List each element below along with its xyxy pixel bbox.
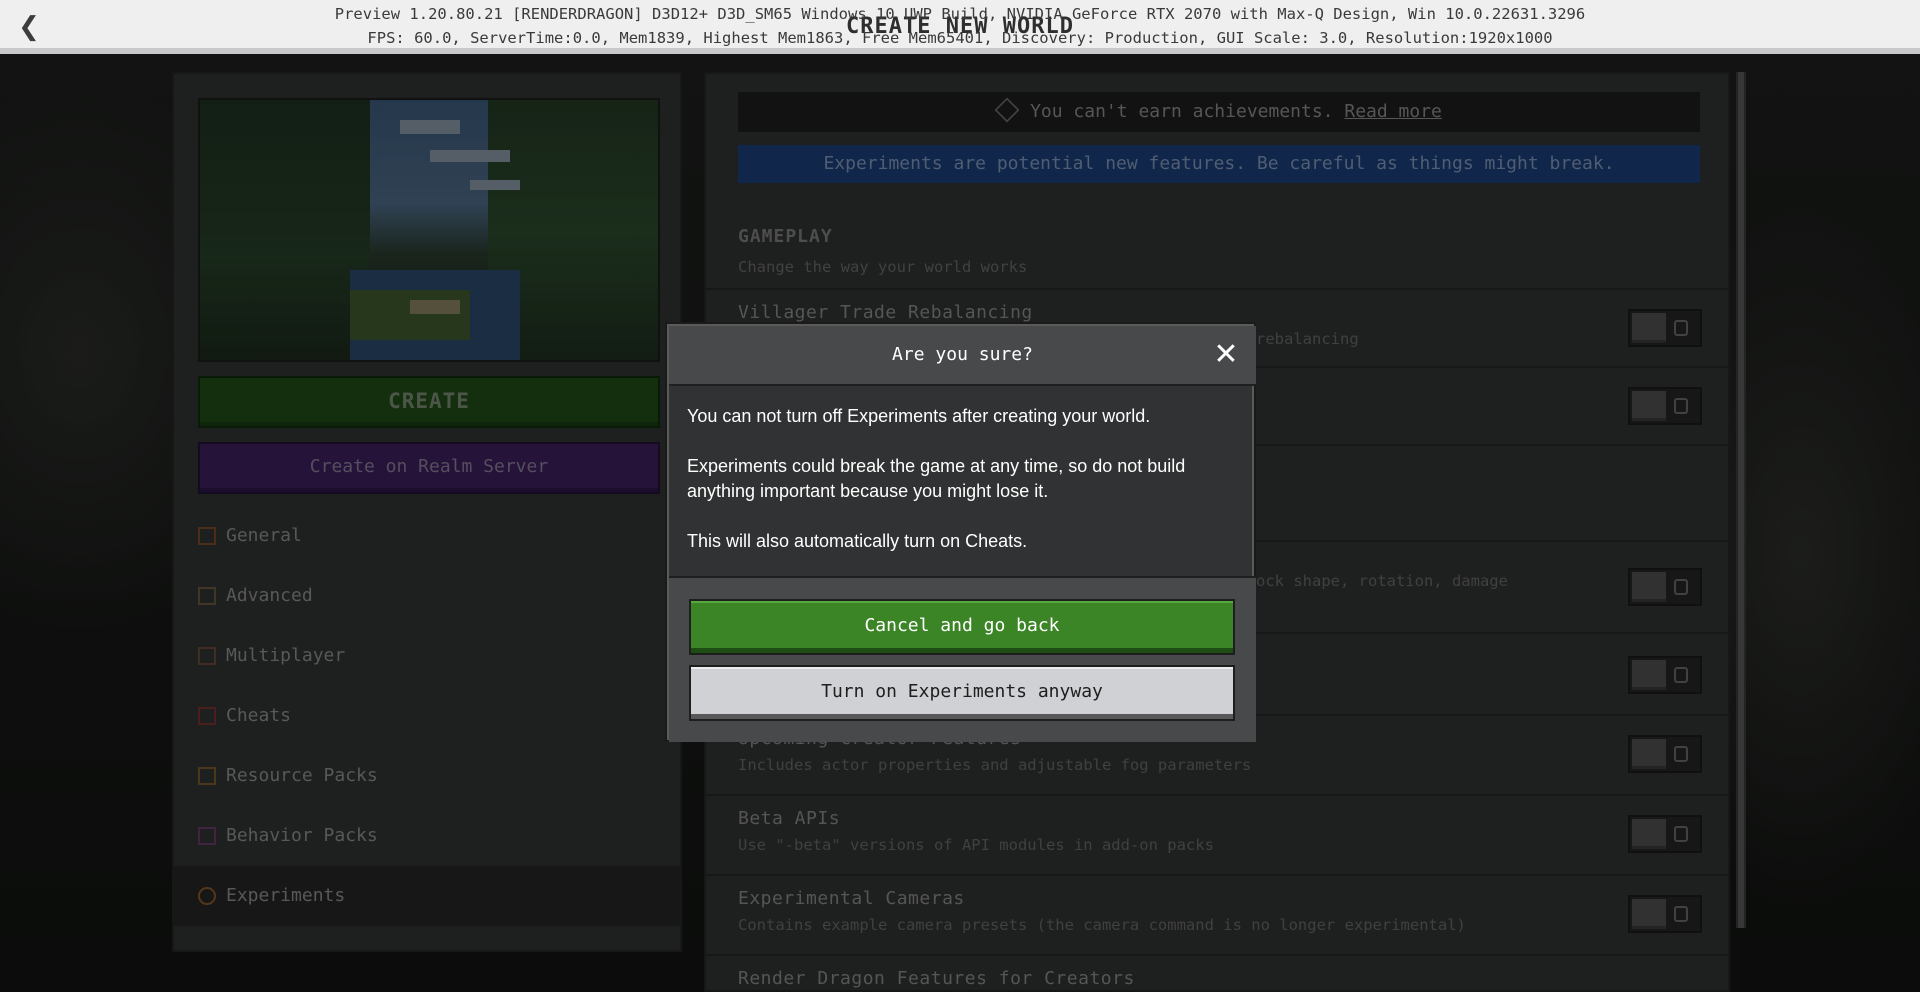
close-icon[interactable]: ✕ xyxy=(1211,340,1241,370)
dialog-footer: Cancel and go back Turn on Experiments a… xyxy=(669,576,1256,742)
debug-overlay: Preview 1.20.80.21 [RENDERDRAGON] D3D12+… xyxy=(0,2,1920,50)
debug-line-2: FPS: 60.0, ServerTime:0.0, Mem1839, High… xyxy=(367,29,1553,47)
dialog-body: You can not turn off Experiments after c… xyxy=(687,404,1239,579)
dialog-title: Are you sure? xyxy=(892,344,1033,365)
confirm-dialog: Are you sure? ✕ You can not turn off Exp… xyxy=(665,322,1256,742)
turn-on-experiments-button[interactable]: Turn on Experiments anyway xyxy=(689,665,1235,721)
cancel-button[interactable]: Cancel and go back xyxy=(689,599,1235,655)
dialog-message: You can not turn off Experiments after c… xyxy=(687,406,1151,426)
debug-line-1: Preview 1.20.80.21 [RENDERDRAGON] D3D12+… xyxy=(334,5,1586,23)
dialog-header: Are you sure? ✕ xyxy=(669,326,1256,386)
dialog-message: Experiments could break the game at any … xyxy=(687,456,1186,501)
dialog-message: This will also automatically turn on Che… xyxy=(687,531,1028,551)
top-bar: ❮ CREATE NEW WORLD Preview 1.20.80.21 [R… xyxy=(0,0,1920,54)
